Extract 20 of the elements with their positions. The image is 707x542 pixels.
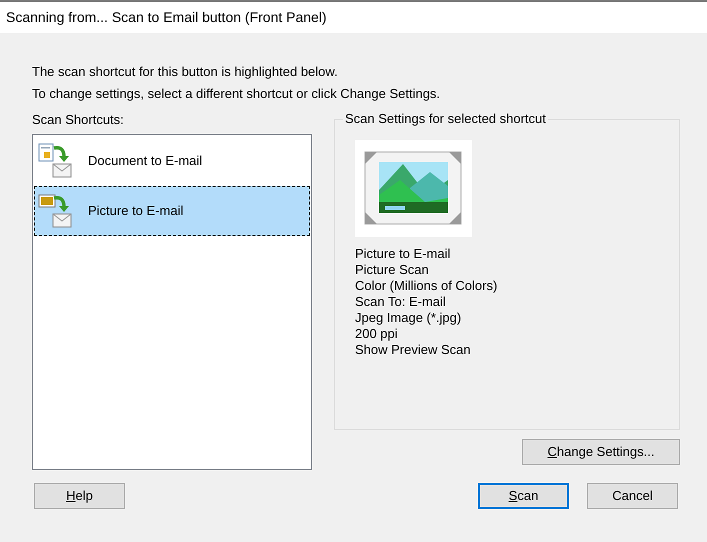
- setting-line: Show Preview Scan: [355, 342, 472, 358]
- setting-line: Picture to E-mail: [355, 246, 452, 262]
- setting-line: Scan To: E-mail: [355, 294, 447, 310]
- instruction-text: The scan shortcut for this button is highlighted below.: [32, 63, 339, 80]
- shortcuts-label: Scan Shortcuts:: [32, 112, 125, 128]
- change-settings-button[interactable]: Change Settings...: [522, 439, 680, 465]
- document-to-mail-icon: [38, 143, 74, 179]
- scan-button[interactable]: Scan: [478, 483, 569, 509]
- setting-line: 200 ppi: [355, 326, 399, 342]
- settings-group-title: Scan Settings for selected shortcut: [343, 111, 548, 127]
- setting-line: Jpeg Image (*.jpg): [355, 310, 462, 326]
- shortcut-item[interactable]: Document to E-mail: [34, 136, 310, 186]
- help-button[interactable]: Help: [34, 483, 125, 509]
- picture-to-mail-icon: [38, 193, 74, 229]
- setting-line: Picture Scan: [355, 262, 430, 278]
- instruction-text: To change settings, select a different shortcut or click Change Settings.: [32, 85, 442, 102]
- shortcut-item[interactable]: Picture to E-mail: [34, 186, 310, 236]
- window-title: Scanning from... Scan to Email button (Front Panel): [6, 8, 327, 27]
- setting-line: Color (Millions of Colors): [355, 278, 498, 294]
- cancel-button[interactable]: Cancel: [587, 483, 678, 509]
